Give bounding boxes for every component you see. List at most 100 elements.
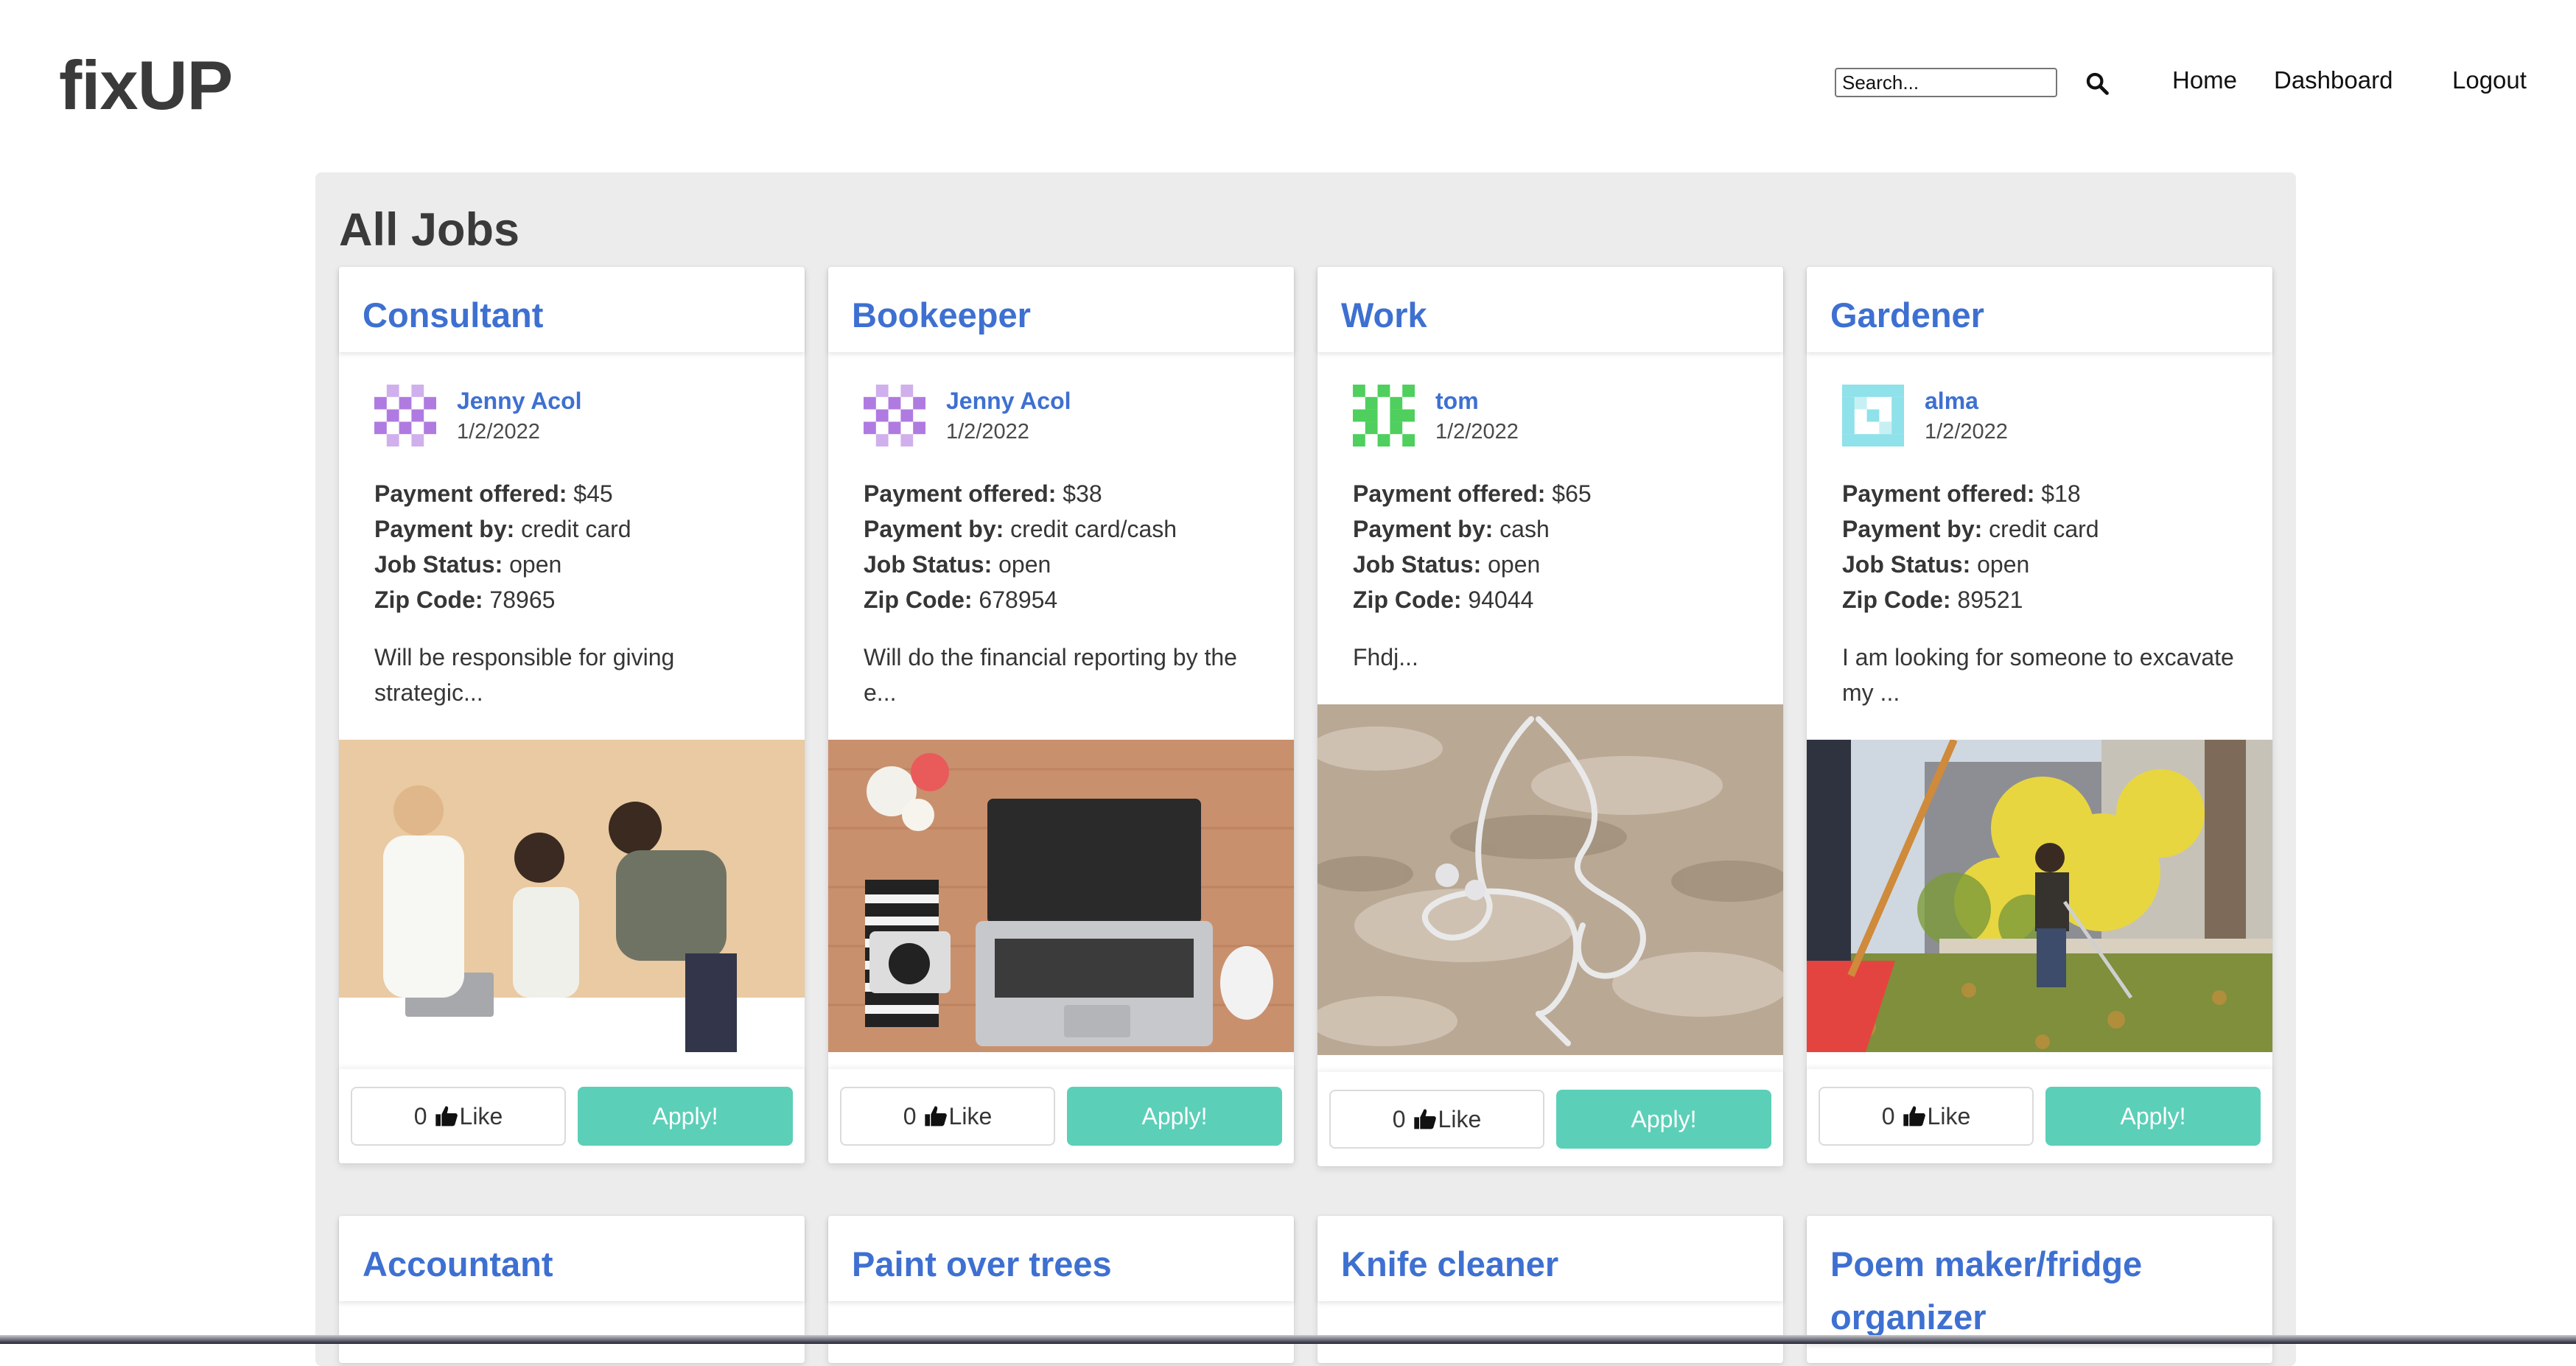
apply-button[interactable]: Apply! [1556,1090,1771,1149]
job-status: Job Status: open [374,547,769,582]
job-status: Job Status: open [1353,547,1748,582]
like-button[interactable]: 0 Like [840,1087,1055,1146]
job-card: Work tom 1/2/2022 Payment offered: $65 P… [1310,267,1789,1166]
job-status-label: Job Status: [1842,551,1971,578]
zip-code-value: 94044 [1468,586,1534,613]
author-block: Jenny Acol 1/2/2022 [864,385,1259,446]
card-footer: 0 Like Apply! [339,1069,805,1163]
payment-offered-label: Payment offered: [1353,480,1546,507]
card-footer: 0 Like Apply! [1807,1069,2272,1163]
card-header: Gardener [1807,267,2272,352]
payment-offered-label: Payment offered: [864,480,1057,507]
payment-offered-value: $18 [2041,480,2081,507]
zip-code-value: 78965 [489,586,556,613]
window-bottom-edge [0,1335,2576,1344]
zip-code-value: 678954 [979,586,1058,613]
search-input[interactable] [1835,68,2057,97]
job-card: Gardener alma 1/2/2022 Payment offered: … [1807,267,2272,1163]
job-description: I am looking for someone to excavate my … [1842,644,2234,706]
payment-by-label: Payment by: [374,516,515,542]
payment-offered-label: Payment offered: [374,480,567,507]
author-name[interactable]: tom [1435,385,1519,417]
job-title[interactable]: Bookeeper [828,267,1054,342]
job-photo [1807,738,2272,1052]
like-count: 0 [1392,1105,1406,1132]
like-button[interactable]: 0 Like [351,1087,566,1146]
apply-button[interactable]: Apply! [578,1087,793,1146]
apply-button[interactable]: Apply! [1067,1087,1282,1146]
like-label: Like [948,1102,993,1129]
author-block: alma 1/2/2022 [1842,385,2237,446]
job-status-value: open [1488,551,1541,578]
zip-code-value: 89521 [1957,586,2023,613]
zip-code: Zip Code: 89521 [1842,582,2237,617]
payment-offered: Payment offered: $18 [1842,476,2237,511]
post-date: 1/2/2022 [946,420,1029,444]
job-card: Consultant Jenny Acol 1/2/2022 Payment o… [339,267,805,1163]
author-name[interactable]: Jenny Acol [457,385,582,417]
card-footer: 0 Like Apply! [828,1069,1294,1163]
job-title[interactable]: Work [1317,267,1451,342]
payment-by: Payment by: credit card [1842,511,2237,547]
card-content: Jenny Acol 1/2/2022 Payment offered: $45… [339,352,805,710]
job-status-label: Job Status: [374,551,503,578]
job-title[interactable]: Paint over trees [828,1216,1135,1291]
post-date: 1/2/2022 [457,420,540,444]
author-block: Jenny Acol 1/2/2022 [374,385,769,446]
zip-code: Zip Code: 94044 [1353,582,1748,617]
site-logo[interactable]: fixUP [59,46,233,125]
nav-home-link[interactable]: Home [2172,66,2237,94]
apply-button[interactable]: Apply! [2045,1087,2261,1146]
thumbs-up-icon [1903,1106,1925,1127]
card-header: Knife cleaner [1317,1216,1783,1301]
card-header: Consultant [339,267,805,352]
payment-by-label: Payment by: [1353,516,1494,542]
job-card: Bookeeper Jenny Acol 1/2/2022 Payment of… [828,267,1294,1163]
payment-offered: Payment offered: $45 [374,476,769,511]
job-description: Will do the financial reporting by the e… [864,644,1237,706]
job-status-value: open [998,551,1051,578]
zip-code: Zip Code: 678954 [864,582,1259,617]
nav-logout-link[interactable]: Logout [2452,66,2527,94]
avatar [1842,385,1904,446]
nav-dashboard-link[interactable]: Dashboard [2274,66,2393,94]
card-content: tom 1/2/2022 Payment offered: $65 Paymen… [1317,352,1783,675]
job-photo [1310,704,1789,1055]
job-description: Will be responsible for giving strategic… [374,644,675,706]
payment-by-value: credit card [1989,516,2099,542]
like-count: 0 [1881,1102,1895,1129]
card-header: Accountant [339,1216,805,1301]
card-footer: 0 Like Apply! [1317,1072,1783,1166]
payment-by-value: credit card/cash [1010,516,1177,542]
job-title[interactable]: Consultant [339,267,567,342]
payment-by: Payment by: cash [1353,511,1748,547]
card-header: Paint over trees [828,1216,1294,1301]
author-name[interactable]: Jenny Acol [946,385,1071,417]
job-title[interactable]: Poem maker/fridge organizer [1807,1216,2208,1344]
search-button[interactable] [2082,66,2112,100]
like-button[interactable]: 0 Like [1819,1087,2034,1146]
like-label: Like [1438,1105,1482,1132]
post-date: 1/2/2022 [1435,420,1519,444]
job-status: Job Status: open [864,547,1259,582]
like-button[interactable]: 0 Like [1329,1090,1544,1149]
payment-offered-label: Payment offered: [1842,480,2035,507]
page-title: All Jobs [339,204,520,256]
payment-offered: Payment offered: $65 [1353,476,1748,511]
job-photo [339,740,805,1052]
job-title[interactable]: Knife cleaner [1317,1216,1582,1291]
card-header: Bookeeper [828,267,1294,352]
author-block: tom 1/2/2022 [1353,385,1748,446]
job-status-value: open [1977,551,2030,578]
avatar [1353,385,1415,446]
author-name[interactable]: alma [1925,385,2008,417]
job-title[interactable]: Accountant [339,1216,577,1291]
payment-offered-value: $65 [1552,480,1592,507]
like-count: 0 [903,1102,917,1129]
payment-offered-value: $38 [1063,480,1102,507]
thumbs-up-icon [435,1106,458,1127]
card-content: alma 1/2/2022 Payment offered: $18 Payme… [1807,352,2272,710]
zip-code-label: Zip Code: [1842,586,1951,613]
job-status-label: Job Status: [1353,551,1482,578]
job-title[interactable]: Gardener [1807,267,2008,342]
